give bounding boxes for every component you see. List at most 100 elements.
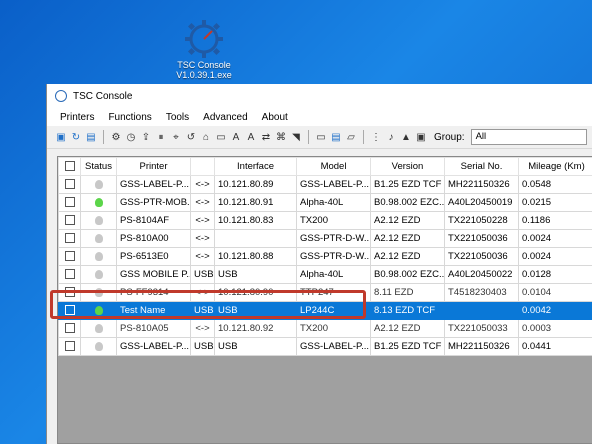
printer-name: GSS MOBILE P... — [116, 265, 191, 284]
table-row[interactable]: PS-6513E0 <-> 10.121.80.88 GSS-PTR-D-W... A2… — [58, 247, 592, 266]
mileage-cell: 0.0441 — [518, 337, 592, 356]
command-icon[interactable]: ⌘ — [275, 131, 287, 143]
header-status[interactable]: Status — [80, 157, 117, 176]
row-checkbox[interactable] — [64, 269, 75, 280]
row-checkbox[interactable] — [64, 251, 75, 262]
printer-name: PS-810A00 — [116, 229, 191, 248]
status-bulb-icon — [94, 323, 103, 333]
interface-cell: USB — [214, 337, 297, 356]
filter-icon[interactable]: ⋮ — [370, 131, 382, 143]
status-bulb-icon — [94, 341, 103, 351]
table-row[interactable]: GSS-LABEL-P... <-> 10.121.80.89 GSS-LABEL-P… — [58, 175, 592, 194]
terminal-icon[interactable]: ▭ — [315, 131, 327, 143]
separator — [308, 130, 309, 144]
version-cell: B0.98.002 EZC... — [370, 265, 445, 284]
version-cell: A2.12 EZD — [370, 247, 445, 266]
menu-bar: Printers Functions Tools Advanced About — [47, 108, 592, 126]
printer-settings-icon[interactable]: ▤ — [330, 131, 342, 143]
row-checkbox[interactable] — [64, 341, 75, 352]
title-bar[interactable]: TSC Console — [47, 84, 592, 108]
mileage-cell: 0.0042 — [518, 301, 592, 320]
bell-icon[interactable]: ♪ — [385, 131, 397, 143]
menu-tools[interactable]: Tools — [159, 112, 196, 123]
selected-row-highlight — [50, 290, 366, 319]
menu-functions[interactable]: Functions — [101, 112, 158, 123]
folder-icon[interactable]: ▱ — [345, 131, 357, 143]
serial-cell — [444, 301, 519, 320]
checkbox-cell[interactable] — [58, 319, 81, 338]
wifi-icon[interactable]: ◥ — [290, 131, 302, 143]
checkbox-cell[interactable] — [58, 229, 81, 248]
group-select[interactable]: All — [470, 129, 587, 145]
refresh-icon[interactable]: ↻ — [70, 131, 82, 143]
lock-icon[interactable]: ▲ — [400, 131, 412, 143]
tsc-console-gear-icon — [183, 18, 225, 60]
header-checkbox[interactable] — [58, 157, 81, 176]
upload-icon[interactable]: ⇪ — [140, 131, 152, 143]
printer-name: GSS-LABEL-P... — [116, 337, 191, 356]
header-printer[interactable]: Printer — [116, 157, 191, 176]
model-cell: GSS-PTR-D-W... — [296, 247, 371, 266]
header-serial[interactable]: Serial No. — [444, 157, 519, 176]
header-mileage[interactable]: Mileage (Km) — [518, 157, 592, 176]
desktop-shortcut[interactable]: TSC Console V1.0.39.1.exe — [164, 18, 244, 80]
printer-name: GSS-LABEL-P... — [116, 175, 191, 194]
reset-icon[interactable]: ↺ — [185, 131, 197, 143]
header-connection[interactable] — [190, 157, 215, 176]
row-checkbox[interactable] — [64, 179, 75, 190]
table-row[interactable]: PS-810A05 <-> 10.121.80.92 TX200 A2.12 EZD TX… — [58, 319, 592, 338]
row-checkbox[interactable] — [64, 215, 75, 226]
font-icon[interactable]: A — [230, 131, 242, 143]
menu-about[interactable]: About — [255, 112, 295, 123]
pause-icon[interactable]: ⏸ — [155, 131, 167, 143]
version-cell: B1.25 EZD TCF — [370, 337, 445, 356]
config-icon[interactable]: ⚙ — [110, 131, 122, 143]
toolbar: ▣ ↻ ▤ ⚙ ◷ ⇪ ⏸ ⌖ ↺ ⌂ ▭ A A ⇄ ⌘ ◥ ▭ ▤ ▱ ⋮ … — [47, 126, 592, 149]
header-model[interactable]: Model — [296, 157, 371, 176]
interface-cell: 10.121.80.92 — [214, 319, 297, 338]
text-icon[interactable]: A — [245, 131, 257, 143]
table-row[interactable]: GSS-LABEL-P... USB USB GSS-LABEL-P... B1.25 … — [58, 337, 592, 356]
mileage-cell: 0.0104 — [518, 283, 592, 302]
checkbox-cell[interactable] — [58, 211, 81, 230]
connection-type-icon: <-> — [190, 175, 215, 194]
header-version[interactable]: Version — [370, 157, 445, 176]
connection-type-icon: <-> — [190, 211, 215, 230]
checkbox-cell[interactable] — [58, 247, 81, 266]
serial-cell: MH221150326 — [444, 337, 519, 356]
checkbox-cell[interactable] — [58, 265, 81, 284]
version-cell: A2.12 EZD — [370, 211, 445, 230]
menu-printers[interactable]: Printers — [53, 112, 101, 123]
home-icon[interactable]: ⌂ — [200, 131, 212, 143]
serial-cell: TX221050033 — [444, 319, 519, 338]
table-row[interactable]: GSS-PTR-MOB... <-> 10.121.80.91 Alpha-40L B0… — [58, 193, 592, 212]
window-title: TSC Console — [73, 90, 133, 102]
clock-icon[interactable]: ◷ — [125, 131, 137, 143]
row-checkbox[interactable] — [64, 323, 75, 334]
checkbox-cell[interactable] — [58, 175, 81, 194]
printer-icon[interactable]: ▤ — [85, 131, 97, 143]
mileage-cell: 0.1186 — [518, 211, 592, 230]
checkbox-cell[interactable] — [58, 193, 81, 212]
model-cell: GSS-PTR-D-W... — [296, 229, 371, 248]
menu-advanced[interactable]: Advanced — [196, 112, 254, 123]
status-cell — [80, 247, 117, 266]
model-cell: Alpha-40L — [296, 193, 371, 212]
status-bulb-icon — [94, 233, 103, 243]
tsc-console-window: TSC Console Printers Functions Tools Adv… — [46, 84, 592, 444]
table-row[interactable]: PS-810A00 <-> GSS-PTR-D-W... A2.12 EZD TX221… — [58, 229, 592, 248]
chip-icon[interactable]: ▣ — [415, 131, 427, 143]
table-row[interactable]: PS-8104AF <-> 10.121.80.83 TX200 A2.12 EZD TX… — [58, 211, 592, 230]
row-checkbox[interactable] — [64, 233, 75, 244]
transfer-icon[interactable]: ⇄ — [260, 131, 272, 143]
print-icon[interactable]: ▣ — [55, 131, 67, 143]
file-icon[interactable]: ▭ — [215, 131, 227, 143]
status-cell — [80, 265, 117, 284]
interface-cell — [214, 229, 297, 248]
header-interface[interactable]: Interface — [214, 157, 297, 176]
shortcut-label-1: TSC Console — [177, 60, 231, 70]
checkbox-cell[interactable] — [58, 337, 81, 356]
table-row[interactable]: GSS MOBILE P... USB USB Alpha-40L B0.98.002 … — [58, 265, 592, 284]
row-checkbox[interactable] — [64, 197, 75, 208]
calibrate-icon[interactable]: ⌖ — [170, 131, 182, 143]
